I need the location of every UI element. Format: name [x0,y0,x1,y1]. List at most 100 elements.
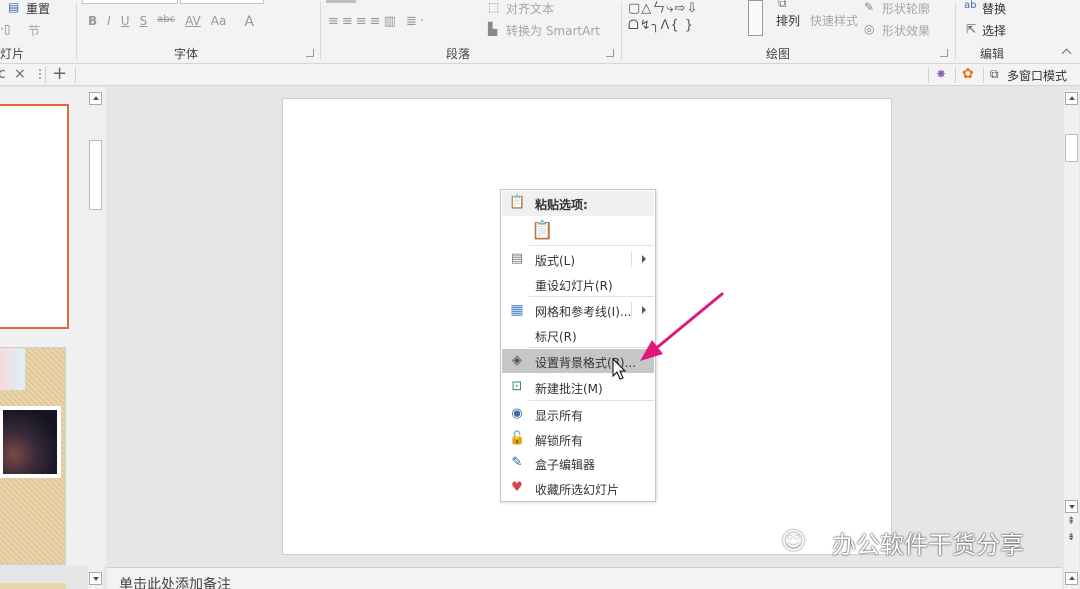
editor-scrollbar[interactable]: ⇞ ⇟ [1064,90,1079,589]
eye-icon: ◉ [511,406,523,421]
slide-thumbnail-3[interactable] [0,583,66,589]
scroll-thumb[interactable] [1065,134,1078,162]
shadow-button[interactable]: S [140,14,148,30]
notes-pane[interactable]: 单击此处添加备注 [107,567,1062,589]
quick-styles-button[interactable]: 快速样式 [810,12,858,29]
group-separator [320,2,321,60]
scroll-down-button[interactable] [1065,500,1078,513]
char-spacing-button[interactable]: AV [185,14,201,30]
paste-options-header: 📋 粘贴选项: [502,191,654,216]
slides-group-label: 灯片 [0,47,25,61]
paste-keep-formatting-icon[interactable]: 📋 [531,220,553,242]
menu-separator [529,245,654,246]
align-text-button[interactable]: 对齐文本 [506,0,554,17]
magic-tool-icon[interactable]: ✸ [936,67,946,81]
editing-group-label: 编辑 [980,47,1005,61]
thumbnail-decoration [0,348,25,390]
tab-separator [983,67,984,83]
reset-button[interactable]: 重置 [26,0,50,17]
group-separator [76,2,77,60]
slide-thumbnail-2[interactable] [0,347,66,565]
arrange-icon: ⧉ [778,0,787,10]
font-size-box[interactable] [180,0,264,4]
paragraph-group-label: 段落 [446,47,471,61]
menu-item-new-comment[interactable]: ⊡ 新建批注(M) [502,375,654,399]
menu-item-label: 网格和参考线(I)... [535,305,632,319]
tab-separator [928,67,929,83]
menu-item-label: 显示所有 [535,409,584,423]
italic-button[interactable]: I [107,14,111,30]
shape-outline-icon: ✎ [864,0,875,14]
menu-item-label: 标尺(R) [535,330,577,344]
notes-placeholder: 单击此处添加备注 [119,577,231,589]
previous-slide-icon[interactable]: ⇞ [1067,516,1075,527]
submenu-divider [631,251,632,267]
shape-effects-button[interactable]: 形状效果 [882,22,930,39]
menu-item-label: 解锁所有 [535,434,584,448]
heart-add-icon: ♥ [511,480,523,495]
close-tab-icon[interactable]: × [14,66,26,82]
menu-separator [529,400,654,401]
drawing-dialog-launcher[interactable] [940,49,948,57]
menu-item-unlock-all[interactable]: 🔓 解锁所有 [502,427,654,451]
select-button[interactable]: 选择 [982,22,1006,39]
clipboard-icon: 📋 [509,195,526,210]
scroll-thumb[interactable] [89,140,102,210]
section-button[interactable]: 节 [28,22,40,39]
layout-icon: ▤ [510,251,524,266]
strikethrough-button[interactable]: abc [157,14,175,30]
change-case-button[interactable]: Aa [211,14,227,30]
paragraph-dialog-launcher[interactable] [606,49,614,57]
scroll-up-button[interactable] [1065,92,1078,105]
next-slide-icon[interactable]: ⇟ [1067,532,1075,543]
tab-separator [955,67,956,83]
group-separator [621,2,622,60]
wechat-icon: ☺ [781,527,807,555]
shape-outline-button[interactable]: 形状轮廓 [882,0,930,17]
settings-gear-icon[interactable]: ✿ [962,66,974,82]
collapse-ribbon-icon[interactable] [1061,48,1072,59]
align-text-icon: ⬚ [488,0,500,14]
thumbnail-scrollbar[interactable] [88,90,103,589]
paragraph-top-control[interactable] [326,0,356,3]
menu-item-show-all[interactable]: ◉ 显示所有 [502,402,654,426]
underline-button[interactable]: U [121,14,130,30]
font-color-button[interactable]: A [244,14,254,30]
menu-item-label: 重设幻灯片(R) [535,279,613,293]
font-buttons: B I U S abc AV Aa A [88,14,254,30]
submenu-arrow-icon [642,255,646,263]
replace-icon: ab [964,0,977,11]
scroll-down-button[interactable] [89,572,102,585]
menu-item-box-editor[interactable]: ✎ 盒子编辑器 [502,451,654,475]
align-buttons[interactable]: ≡≡≡≡▥ ≣· [328,14,427,29]
shapes-gallery[interactable]: ▢△ㄣ⤷⇨⇩ ᗝ↯╮ᐱ{ } [628,0,764,36]
reset-icon: ▤ [8,0,20,14]
window-mode-icon: ⧉ [990,67,999,81]
smartart-button[interactable]: 转换为 SmartArt [506,22,600,39]
font-name-box[interactable] [82,0,178,4]
font-group-label: 字体 [174,47,199,61]
menu-item-label: 新建批注(M) [535,382,603,396]
grid-icon: ▦ [510,302,524,318]
add-tab-icon[interactable]: + [52,63,67,84]
slide-thumbnail-1[interactable] [0,104,69,329]
select-cursor-icon: ⇱ [966,22,977,36]
notes-scroll-up-button[interactable] [1065,572,1078,585]
menu-item-favorite-slides[interactable]: ♥ 收藏所选幻灯片 [502,476,654,500]
edit-icon: ✎ [511,455,523,470]
bold-button[interactable]: B [88,14,97,30]
drawing-group-label: 绘图 [766,47,791,61]
arrange-button[interactable]: 排列 [776,12,800,29]
window-mode-button[interactable]: 多窗口模式 [1007,67,1067,84]
shapes-gallery-scroll[interactable] [748,0,763,36]
smartart-icon: ▙ [488,22,498,36]
shape-effects-icon: ◎ [864,22,875,36]
menu-item-layout[interactable]: ▤ 版式(L) [502,247,654,271]
document-tab-bar: c × ⋮ + ✸ ✿ ⧉ 多窗口模式 [0,63,1080,86]
tab-separator [75,67,76,83]
font-dialog-launcher[interactable] [306,49,314,57]
menu-item-label: 收藏所选幻灯片 [535,483,620,497]
replace-button[interactable]: 替换 [982,0,1006,17]
section-icon: ·▯ [0,22,11,36]
scroll-up-button[interactable] [89,92,102,105]
